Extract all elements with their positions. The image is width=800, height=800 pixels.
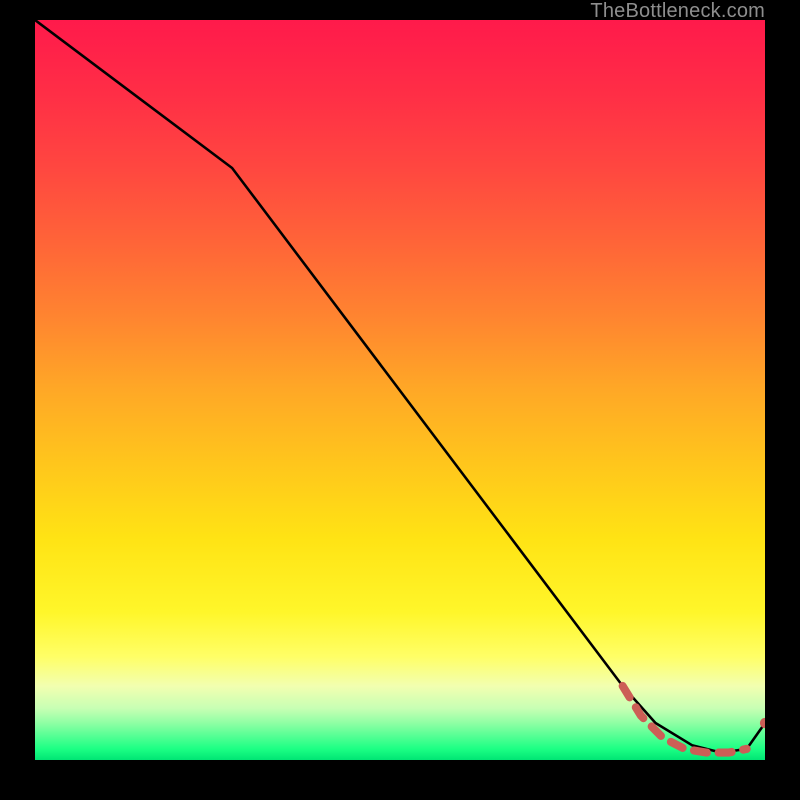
plot-area bbox=[35, 20, 765, 760]
gradient-background bbox=[35, 20, 765, 760]
watermark-text: TheBottleneck.com bbox=[590, 0, 765, 23]
chart-frame: TheBottleneck.com bbox=[0, 0, 800, 800]
